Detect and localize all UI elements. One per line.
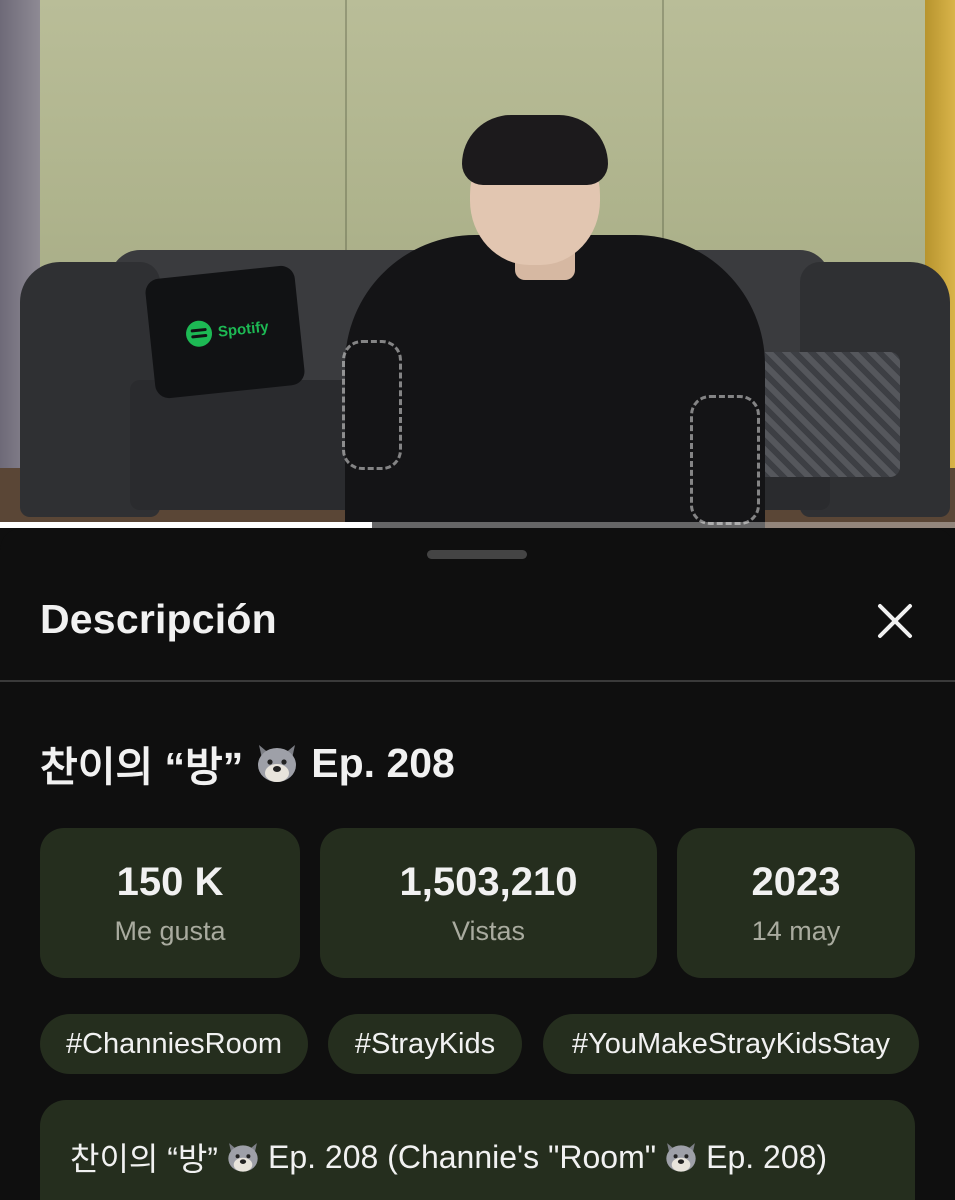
- upload-year: 2023: [751, 860, 841, 904]
- video-title-prefix: 찬이의 “방”: [40, 744, 244, 790]
- views-count: 1,503,210: [399, 860, 578, 904]
- hashtag-chip[interactable]: #YouMakeStrayKidsStay: [543, 1014, 919, 1074]
- spotify-pillow: Spotify: [144, 264, 306, 400]
- wolf-face-emoji-icon: [258, 745, 297, 782]
- video-player[interactable]: Spotify: [0, 0, 955, 528]
- stat-date[interactable]: 2023 14 may: [677, 828, 915, 978]
- hashtag-chip[interactable]: #ChanniesRoom: [40, 1014, 308, 1074]
- person-hair: [462, 115, 608, 185]
- description-box[interactable]: 찬이의 “방” Ep. 208 (Channie's "Room" Ep. 20…: [40, 1100, 915, 1200]
- sheet-title: Descripción: [40, 596, 277, 642]
- wolf-face-emoji-icon: [228, 1143, 258, 1172]
- drag-handle[interactable]: [427, 550, 527, 559]
- hoodie-pattern-right: [690, 395, 760, 525]
- header-divider: [0, 680, 955, 682]
- spotify-icon: [184, 319, 214, 349]
- likes-label: Me gusta: [114, 916, 226, 946]
- description-text: 찬이의 “방” Ep. 208 (Channie's "Room" Ep. 20…: [70, 1134, 827, 1180]
- description-sheet: Descripción 찬이의 “방” Ep. 208 150 K Me gus…: [0, 528, 955, 1200]
- stat-views[interactable]: 1,503,210 Vistas: [320, 828, 657, 978]
- stat-likes[interactable]: 150 K Me gusta: [40, 828, 300, 978]
- hashtag-chip[interactable]: #StrayKids: [328, 1014, 522, 1074]
- description-part-3: Ep. 208): [706, 1138, 828, 1175]
- spotify-logo: Spotify: [184, 313, 270, 349]
- description-part-1: 찬이의 “방”: [70, 1141, 218, 1177]
- video-title: 찬이의 “방” Ep. 208: [40, 733, 455, 793]
- hoodie-pattern-left: [342, 340, 402, 470]
- description-part-2: Ep. 208 (Channie's "Room": [267, 1138, 657, 1175]
- video-title-suffix: Ep. 208: [311, 739, 455, 786]
- spotify-wordmark: Spotify: [217, 317, 270, 341]
- upload-date: 14 may: [751, 916, 841, 946]
- views-label: Vistas: [451, 916, 526, 946]
- close-button[interactable]: [872, 598, 918, 644]
- wolf-face-emoji-icon: [666, 1143, 696, 1172]
- likes-count: 150 K: [116, 860, 224, 904]
- close-icon: [878, 604, 912, 638]
